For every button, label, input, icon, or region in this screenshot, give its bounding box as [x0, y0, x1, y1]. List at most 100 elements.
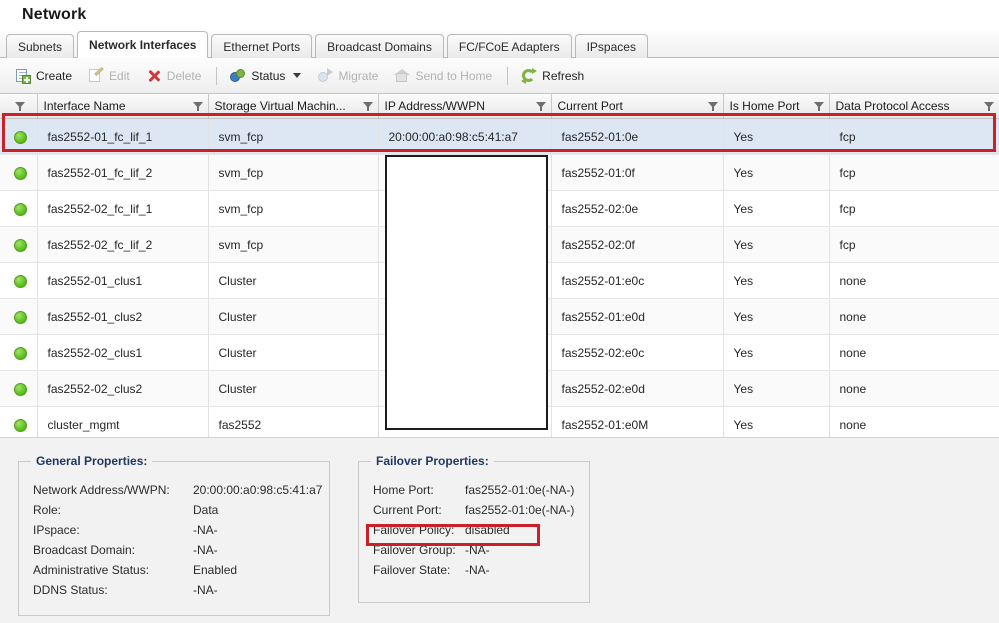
general-property-value: -NA- — [193, 583, 218, 597]
row-status-cell — [0, 191, 37, 227]
tab-ethernet-ports[interactable]: Ethernet Ports — [211, 34, 312, 58]
failover-properties-panel: Failover Properties: Home Port:fas2552-0… — [358, 461, 590, 603]
cell-current-port: fas2552-02:0f — [551, 227, 723, 263]
tab-subnets[interactable]: Subnets — [6, 34, 74, 58]
filter-icon[interactable] — [536, 101, 547, 112]
cell-is-home-port: Yes — [723, 227, 829, 263]
cell-storage-virtual-machine: Cluster — [208, 371, 378, 407]
cell-data-protocol-access: none — [829, 299, 999, 335]
cell-is-home-port: Yes — [723, 263, 829, 299]
column-header-data-protocol-access[interactable]: Data Protocol Access — [829, 94, 999, 119]
general-property-value: 20:00:00:a0:98:c5:41:a7 — [193, 483, 322, 497]
general-property-row: Administrative Status:Enabled — [33, 560, 322, 580]
cell-storage-virtual-machine: svm_fcp — [208, 155, 378, 191]
create-button[interactable]: Create — [8, 64, 79, 88]
status-button-label: Status — [251, 70, 285, 82]
general-property-value: Data — [193, 503, 218, 517]
failover-property-key: Failover State: — [373, 563, 465, 577]
tab-network-interfaces[interactable]: Network Interfaces — [77, 31, 208, 58]
toolbar-separator — [507, 67, 508, 85]
column-header-is-home-port[interactable]: Is Home Port — [723, 94, 829, 119]
cell-interface-name: fas2552-02_clus1 — [37, 335, 208, 371]
failover-property-row: Failover State:-NA- — [373, 560, 574, 580]
cell-interface-name: fas2552-01_fc_lif_1 — [37, 119, 208, 155]
cell-storage-virtual-machine: Cluster — [208, 299, 378, 335]
status-online-icon — [14, 347, 27, 360]
filter-icon[interactable] — [984, 101, 995, 112]
delete-button[interactable]: Delete — [139, 64, 209, 88]
migrate-button[interactable]: Migrate — [310, 64, 385, 88]
cell-interface-name: fas2552-02_fc_lif_2 — [37, 227, 208, 263]
tab-ipspaces[interactable]: IPspaces — [575, 34, 648, 58]
cell-interface-name: fas2552-01_clus1 — [37, 263, 208, 299]
cell-current-port: fas2552-01:0e — [551, 119, 723, 155]
migrate-button-label: Migrate — [338, 70, 378, 82]
filter-icon[interactable] — [708, 101, 719, 112]
chevron-down-icon[interactable] — [293, 73, 301, 78]
send-to-home-button-label: Send to Home — [415, 70, 492, 82]
failover-property-row: Current Port:fas2552-01:0e(-NA-) — [373, 500, 574, 520]
edit-pencil-icon — [88, 68, 104, 84]
status-online-icon — [14, 131, 27, 144]
cell-is-home-port: Yes — [723, 371, 829, 407]
filter-icon[interactable] — [15, 101, 26, 112]
failover-property-row: Home Port:fas2552-01:0e(-NA-) — [373, 480, 574, 500]
filter-icon[interactable] — [363, 101, 374, 112]
tab-broadcast-domains[interactable]: Broadcast Domains — [315, 34, 444, 58]
general-property-row: Broadcast Domain:-NA- — [33, 540, 322, 560]
column-header-label: Data Protocol Access — [836, 99, 980, 113]
failover-property-value: fas2552-01:0e(-NA-) — [465, 483, 574, 497]
cell-ip-address-wwpn: 20:00:00:a0:98:c5:41:a7 — [378, 119, 551, 155]
cell-is-home-port: Yes — [723, 155, 829, 191]
cell-data-protocol-access: fcp — [829, 119, 999, 155]
edit-button[interactable]: Edit — [81, 64, 137, 88]
failover-property-value: -NA- — [465, 563, 490, 577]
create-page-plus-icon — [15, 68, 31, 84]
cell-storage-virtual-machine: Cluster — [208, 335, 378, 371]
refresh-button[interactable]: Refresh — [514, 64, 591, 88]
column-header-interface-name[interactable]: Interface Name — [37, 94, 208, 119]
general-property-key: Role: — [33, 503, 193, 517]
status-online-icon — [14, 239, 27, 252]
column-header-current-port[interactable]: Current Port — [551, 94, 723, 119]
filter-icon[interactable] — [814, 101, 825, 112]
column-header-ip-address-wwpn[interactable]: IP Address/WWPN — [378, 94, 551, 119]
toolbar-separator — [216, 67, 217, 85]
failover-property-row: Failover Policy:disabled — [373, 520, 574, 540]
general-property-key: Broadcast Domain: — [33, 543, 193, 557]
column-header-label: Current Port — [558, 99, 704, 113]
cell-interface-name: fas2552-01_clus2 — [37, 299, 208, 335]
failover-property-key: Failover Group: — [373, 543, 465, 557]
cell-storage-virtual-machine: svm_fcp — [208, 191, 378, 227]
row-status-cell — [0, 335, 37, 371]
status-online-icon — [14, 311, 27, 324]
row-status-cell — [0, 371, 37, 407]
cell-data-protocol-access: none — [829, 335, 999, 371]
cell-interface-name: fas2552-02_clus2 — [37, 371, 208, 407]
status-bubbles-icon — [230, 68, 246, 84]
home-icon — [394, 68, 410, 84]
column-header-storage-virtual-machin[interactable]: Storage Virtual Machin... — [208, 94, 378, 119]
details-pane: General Properties: Network Address/WWPN… — [0, 437, 999, 623]
cell-is-home-port: Yes — [723, 191, 829, 227]
row-status-cell — [0, 155, 37, 191]
filter-icon[interactable] — [193, 101, 204, 112]
tab-fc-fcoe-adapters[interactable]: FC/FCoE Adapters — [447, 34, 572, 58]
cell-storage-virtual-machine: svm_fcp — [208, 119, 378, 155]
general-properties-legend: General Properties: — [31, 454, 152, 468]
general-property-value: Enabled — [193, 563, 237, 577]
redaction-overlay-box — [385, 155, 548, 430]
status-button[interactable]: Status — [223, 64, 308, 88]
failover-properties-legend: Failover Properties: — [371, 454, 494, 468]
send-to-home-button[interactable]: Send to Home — [387, 64, 499, 88]
cell-is-home-port: Yes — [723, 335, 829, 371]
cell-current-port: fas2552-01:e0c — [551, 263, 723, 299]
status-online-icon — [14, 167, 27, 180]
general-property-row: DDNS Status:-NA- — [33, 580, 322, 600]
general-property-key: DDNS Status: — [33, 583, 193, 597]
cell-is-home-port: Yes — [723, 299, 829, 335]
page-title: Network — [22, 6, 87, 24]
table-row[interactable]: fas2552-01_fc_lif_1svm_fcp20:00:00:a0:98… — [0, 119, 999, 155]
cell-storage-virtual-machine: Cluster — [208, 263, 378, 299]
column-header-status[interactable] — [0, 94, 37, 119]
